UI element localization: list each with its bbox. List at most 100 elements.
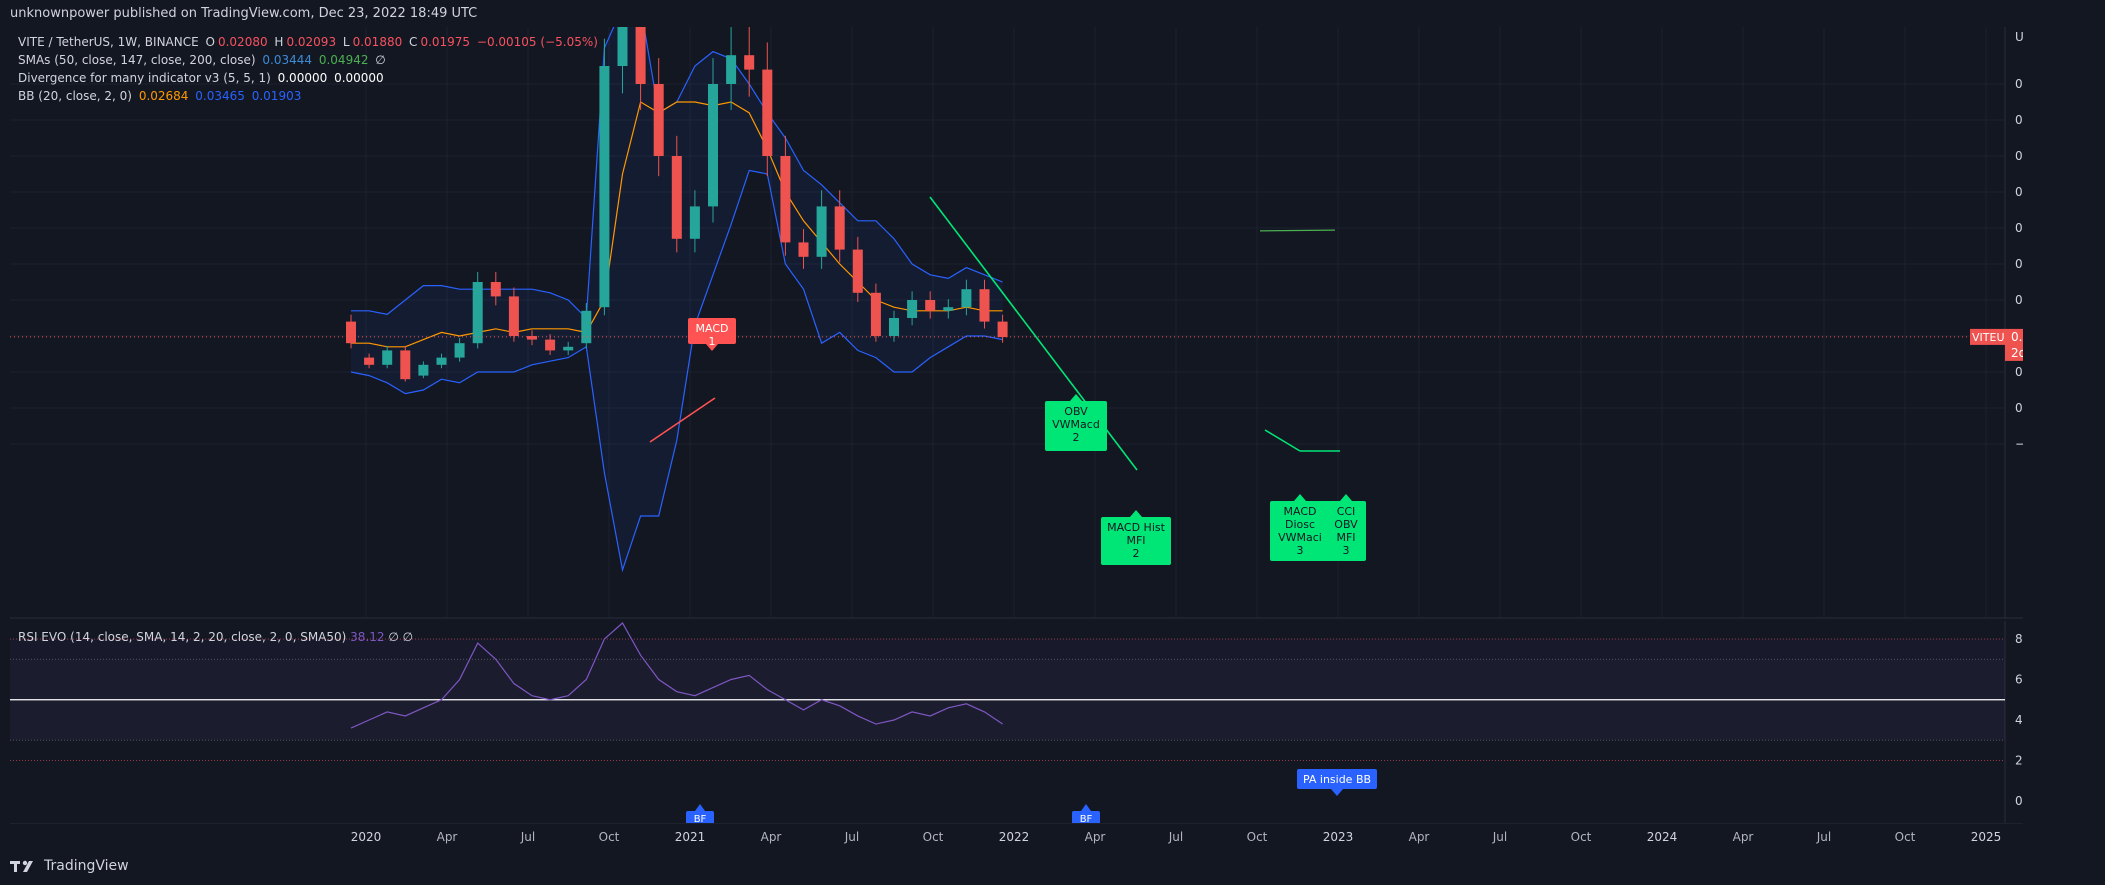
sma-value-2: 0.04942 <box>318 53 369 67</box>
time-axis-label: Jul <box>1168 830 1183 844</box>
candle-body[interactable] <box>581 310 592 344</box>
candle-body[interactable] <box>617 27 628 66</box>
time-axis-label: Oct <box>599 830 620 844</box>
time-axis-svg[interactable]: 2020 Apr Jul Oct 2021 Apr Jul Oct 2022 Apr Jul Oct 2… <box>10 823 2023 849</box>
candle-body[interactable] <box>798 242 809 257</box>
obv-vwmacd-2-label[interactable]: OBVVWMacd2 <box>1045 394 1107 451</box>
cci-obv-mfi-3-label[interactable]: CCIOBVMFI3 <box>1326 494 1366 561</box>
candle-body[interactable] <box>508 296 519 336</box>
price-axis-label: 0.05000 <box>2015 221 2023 235</box>
rsi-name[interactable]: RSI EVO (14, close, SMA, 14, 2, 20, clos… <box>18 630 346 644</box>
change-value: −0.00105 (−5.05%) <box>476 35 598 49</box>
time-axis-label: Apr <box>1409 830 1430 844</box>
candle-body[interactable] <box>762 69 773 156</box>
price-axis-label: −0.01000 <box>2015 437 2023 451</box>
macd-diosc-3-label-text: MACD <box>1284 505 1317 518</box>
candle-body[interactable] <box>961 289 972 308</box>
candle-body[interactable] <box>454 343 465 358</box>
time-axis-label: 2022 <box>999 830 1030 844</box>
candle-body[interactable] <box>943 307 954 311</box>
low-label: L <box>342 35 350 49</box>
divergence-legend[interactable]: Divergence for many indicator v3 (5, 5, … <box>18 69 601 87</box>
macd-diosc-3-label-text: Diosc <box>1285 518 1315 531</box>
candle-body[interactable] <box>979 289 990 322</box>
cci-obv-mfi-3-label-text: OBV <box>1334 518 1358 531</box>
bf-label-text: BF <box>694 814 707 823</box>
time-axis-label: Apr <box>761 830 782 844</box>
candle-body[interactable] <box>889 318 899 336</box>
rsi-axis-label: 0.00 <box>2015 794 2023 808</box>
candle-body[interactable] <box>997 321 1008 338</box>
candle-body[interactable] <box>653 84 664 156</box>
cci-obv-mfi-3-label-text: 3 <box>1343 544 1350 557</box>
time-axis-label: Jul <box>1492 830 1507 844</box>
macd-hist-mfi-2-label[interactable]: MACD HistMFI2 <box>1101 510 1171 565</box>
footer-brand[interactable]: TradingView <box>10 858 129 874</box>
symbol-name[interactable]: VITE / TetherUS, 1W, BINANCE <box>18 35 199 49</box>
candle-body[interactable] <box>870 292 881 336</box>
price-axis-label: 0.06000 <box>2015 185 2023 199</box>
divergence-value-1: 0.00000 <box>277 71 328 85</box>
candle-body[interactable] <box>852 249 863 293</box>
footer-brand-name: TradingView <box>44 858 129 874</box>
publisher-header: unknownpower published on TradingView.co… <box>10 6 478 21</box>
candle-body[interactable] <box>527 336 537 340</box>
candle-body[interactable] <box>436 357 447 365</box>
macd-hist-mfi-2-label-text: MFI <box>1126 534 1145 547</box>
time-axis-label: Oct <box>1895 830 1916 844</box>
candle-body[interactable] <box>708 84 718 207</box>
candle-body[interactable] <box>346 321 356 344</box>
rsi-null-1: ∅ <box>388 630 399 644</box>
symbol-legend[interactable]: VITE / TetherUS, 1W, BINANCE O 0.02080 H0… <box>18 33 601 51</box>
rsi-legend[interactable]: RSI EVO (14, close, SMA, 14, 2, 20, clos… <box>18 630 413 644</box>
price-chart-pane[interactable]: 0.09000 0.08000 0.07000 0.06000 0.05000 0.040… <box>10 27 2023 619</box>
bb-upper-value: 0.03465 <box>195 89 245 103</box>
macd-diosc-3-label[interactable]: MACDDioscVWMaci3 <box>1270 494 1330 561</box>
candle-body[interactable] <box>545 339 556 351</box>
candle-body[interactable] <box>907 300 918 318</box>
candle-body[interactable] <box>490 282 501 297</box>
candle-body[interactable] <box>364 357 375 365</box>
time-axis-label: Jul <box>520 830 535 844</box>
divergence-name[interactable]: Divergence for many indicator v3 (5, 5, … <box>18 71 271 85</box>
bb-legend[interactable]: BB (20, close, 2, 0) 0.02684 0.03465 0.0… <box>18 87 601 105</box>
rsi-pane[interactable]: 80.00 60.00 40.00 20.00 0.00 PA inside BB BF BF <box>10 621 2023 823</box>
macd-diosc-3-label-text: 3 <box>1297 544 1304 557</box>
time-axis[interactable]: 2020 Apr Jul Oct 2021 Apr Jul Oct 2022 Apr Jul Oct 2… <box>10 823 2023 849</box>
rsi-null-2: ∅ <box>402 630 414 644</box>
candle-body[interactable] <box>563 346 574 351</box>
candle-body[interactable] <box>635 27 646 84</box>
candle-body[interactable] <box>472 282 483 344</box>
candle-body[interactable] <box>925 300 936 311</box>
time-axis-label: Apr <box>437 830 458 844</box>
time-axis-label: 2025 <box>1971 830 2002 844</box>
macd-1-label-text: MACD <box>696 322 729 335</box>
candle-body[interactable] <box>834 206 845 250</box>
sma-name[interactable]: SMAs (50, close, 147, close, 200, close) <box>18 53 256 67</box>
high-label: H <box>274 35 284 49</box>
bb-name[interactable]: BB (20, close, 2, 0) <box>18 89 132 103</box>
time-axis-label: Jul <box>1816 830 1831 844</box>
low-value: 0.01880 <box>352 35 403 49</box>
candle-body[interactable] <box>671 156 682 239</box>
price-chart-svg[interactable]: 0.09000 0.08000 0.07000 0.06000 0.05000 0.040… <box>10 27 2023 619</box>
candle-body[interactable] <box>382 350 393 365</box>
candle-body[interactable] <box>744 55 755 70</box>
candle-body[interactable] <box>816 206 827 257</box>
candle-body[interactable] <box>689 206 700 239</box>
candle-body[interactable] <box>400 350 411 380</box>
rsi-chart-svg[interactable]: 80.00 60.00 40.00 20.00 0.00 PA inside BB BF BF <box>10 621 2023 823</box>
high-value: 0.02093 <box>286 35 337 49</box>
close-label: C <box>409 35 418 49</box>
bb-basis-value: 0.02684 <box>138 89 189 103</box>
candle-body[interactable] <box>780 156 791 243</box>
candle-body[interactable] <box>418 364 429 376</box>
cci-obv-mfi-3-label-text: MFI <box>1336 531 1355 544</box>
macd-hist-mfi-2-label-text: 2 <box>1133 547 1140 560</box>
sma-legend[interactable]: SMAs (50, close, 147, close, 200, close)… <box>18 51 601 69</box>
candle-body[interactable] <box>726 55 737 84</box>
last-price-text: 0.01975 <box>2011 330 2023 344</box>
obv-vwmacd-2-label-text: VWMacd <box>1052 418 1100 431</box>
time-axis-label: Apr <box>1085 830 1106 844</box>
close-value: 0.01975 <box>420 35 471 49</box>
